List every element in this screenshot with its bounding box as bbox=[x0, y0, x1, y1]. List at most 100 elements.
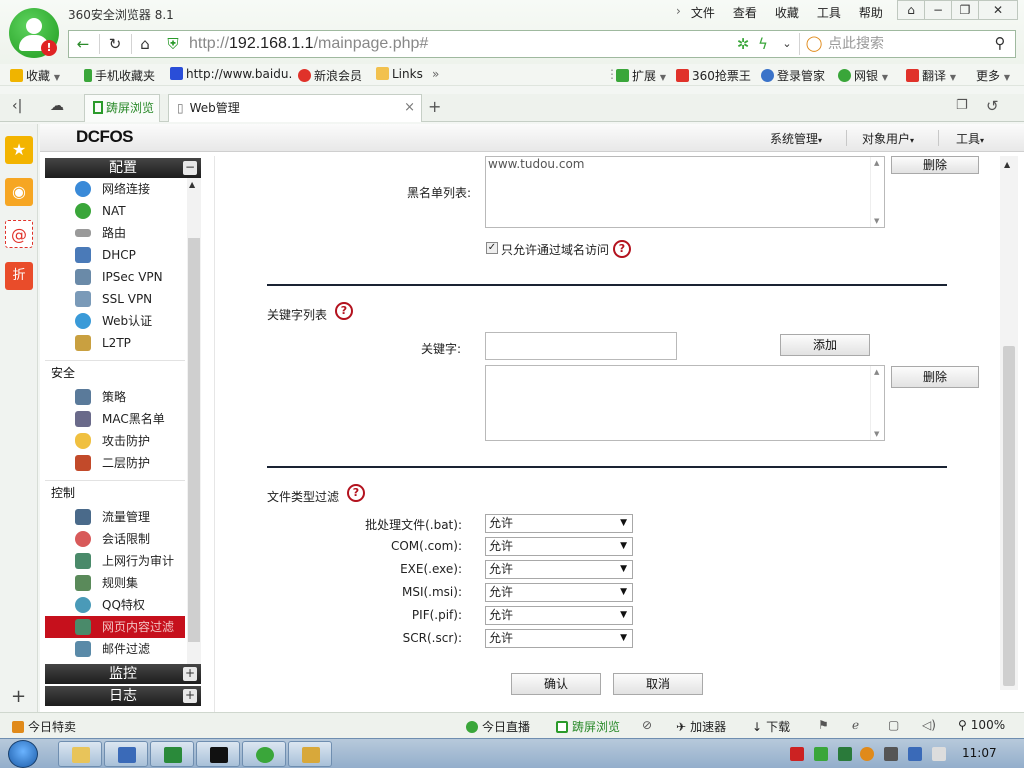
sidebar-item-layer2-defense[interactable]: 二层防护 bbox=[45, 452, 185, 474]
filetype-select-msi[interactable]: 允许 ▼ bbox=[485, 583, 633, 602]
menu-system-management[interactable]: 系统管理▾ bbox=[770, 130, 822, 147]
menu-view[interactable]: 查看 bbox=[733, 4, 757, 21]
expand-icon[interactable]: + bbox=[183, 689, 197, 703]
menu-object-users[interactable]: 对象用户▾ bbox=[862, 130, 914, 147]
status-live[interactable]: 今日直播 bbox=[466, 718, 530, 735]
skin-icon[interactable]: ⌂ bbox=[897, 0, 925, 20]
blacklist-delete-button[interactable]: 删除 bbox=[891, 156, 979, 174]
ie-icon[interactable]: ℯ bbox=[852, 718, 859, 732]
sidebar-item-dhcp[interactable]: DHCP bbox=[45, 244, 185, 266]
expand-icon[interactable]: + bbox=[183, 667, 197, 681]
filetype-select-com[interactable]: 允许 ▼ bbox=[485, 537, 633, 556]
scroll-up-icon[interactable]: ▲ bbox=[874, 368, 879, 376]
taskbar-browser[interactable] bbox=[242, 741, 286, 767]
back-icon[interactable]: ← bbox=[73, 34, 93, 54]
sidebar-item-policy[interactable]: 策略 bbox=[45, 386, 185, 408]
menu-tools[interactable]: 工具 bbox=[817, 4, 841, 21]
taskbar-clock[interactable]: 11:07 bbox=[962, 746, 997, 760]
status-download[interactable]: ↓ 下载 bbox=[752, 718, 790, 735]
sidebar-item-ruleset[interactable]: 规则集 bbox=[45, 572, 185, 594]
sidebar-item-mac-blacklist[interactable]: MAC黑名单 bbox=[45, 408, 185, 430]
taskbar-cmd[interactable] bbox=[196, 741, 240, 767]
url-dropdown-icon[interactable]: ⌄ bbox=[777, 34, 797, 54]
menu-help[interactable]: 帮助 bbox=[859, 4, 883, 21]
tray-chat-icon[interactable] bbox=[860, 747, 874, 761]
sidebar-header-log[interactable]: 日志 + bbox=[45, 686, 201, 706]
content-scrollbar[interactable]: ▲ bbox=[1000, 156, 1018, 690]
help-icon[interactable]: ? bbox=[347, 484, 365, 502]
sidebar-item-qq[interactable]: QQ特权 bbox=[45, 594, 185, 616]
listbox-scrollbar[interactable]: ▲ ▼ bbox=[870, 366, 884, 440]
tray-shield-icon[interactable] bbox=[838, 747, 852, 761]
sidebar-header-config[interactable]: 配置 − bbox=[45, 158, 201, 178]
search-input[interactable] bbox=[828, 34, 978, 54]
sidebar-item-ssl-vpn[interactable]: SSL VPN bbox=[45, 288, 185, 310]
scroll-up-icon[interactable]: ▲ bbox=[874, 159, 879, 167]
sidebar-item-web-auth[interactable]: Web认证 bbox=[45, 310, 185, 332]
shield-icon[interactable]: ⛨ bbox=[163, 34, 183, 54]
keyword-delete-button[interactable]: 删除 bbox=[891, 366, 979, 388]
mail-icon[interactable]: @ bbox=[5, 220, 33, 248]
scroll-down-icon[interactable]: ▼ bbox=[874, 430, 879, 438]
sidebar-item-nat[interactable]: NAT bbox=[45, 200, 185, 222]
bookmark-links[interactable]: Links bbox=[376, 67, 423, 81]
menu-tools[interactable]: 工具▾ bbox=[956, 130, 984, 147]
keyword-input[interactable] bbox=[485, 332, 677, 360]
weibo-icon[interactable]: ◉ bbox=[5, 178, 33, 206]
sidebar-item-route[interactable]: 路由 bbox=[45, 222, 185, 244]
status-zoom[interactable]: ⚲ 100% bbox=[958, 718, 1005, 732]
new-tab-icon[interactable]: + bbox=[428, 97, 441, 116]
tab-web-admin[interactable]: ▯ Web管理 × bbox=[168, 94, 422, 122]
home-icon[interactable]: ⌂ bbox=[135, 34, 155, 54]
domain-only-checkbox[interactable]: ✓ bbox=[486, 242, 498, 254]
sidebar-toggle-icon[interactable]: ‹| bbox=[12, 98, 22, 114]
ext-ticket[interactable]: 360抢票王 bbox=[676, 67, 751, 84]
status-accelerator[interactable]: ✈ 加速器 bbox=[676, 718, 726, 735]
sidebar-item-l2tp[interactable]: L2TP bbox=[45, 332, 185, 354]
scroll-down-icon[interactable]: ▼ bbox=[874, 217, 879, 225]
tray-flag-icon[interactable] bbox=[790, 747, 804, 761]
bookmark-favorites[interactable]: 收藏 ▼ bbox=[10, 67, 60, 84]
status-split-view[interactable]: 踌屏浏览 bbox=[556, 718, 620, 735]
speed-bolt-icon[interactable]: ϟ bbox=[753, 34, 773, 54]
confirm-button[interactable]: 确认 bbox=[511, 673, 601, 695]
sidebar-item-web-filter[interactable]: 网页内容过滤 bbox=[45, 616, 185, 638]
ext-translate[interactable]: 翻译 ▼ bbox=[906, 67, 956, 84]
filetype-select-scr[interactable]: 允许 ▼ bbox=[485, 629, 633, 648]
filetype-select-pif[interactable]: 允许 ▼ bbox=[485, 606, 633, 625]
ext-bank[interactable]: 网银 ▼ bbox=[838, 67, 888, 84]
refresh-icon[interactable]: ↻ bbox=[105, 34, 125, 54]
help-icon[interactable]: ? bbox=[613, 240, 631, 258]
ext-more[interactable]: 更多 ▼ bbox=[976, 67, 1010, 84]
cloud-icon[interactable]: ☁ bbox=[50, 98, 64, 114]
discount-icon[interactable]: 折 bbox=[5, 262, 33, 290]
tab-close-icon[interactable]: × bbox=[404, 95, 415, 121]
scroll-thumb[interactable] bbox=[1003, 346, 1015, 686]
listbox-scrollbar[interactable]: ▲ ▼ bbox=[870, 157, 884, 227]
sidebar-scrollbar[interactable]: ▲ bbox=[187, 178, 201, 670]
flag-icon[interactable]: ⚑ bbox=[818, 718, 829, 732]
search-engine-icon[interactable]: ◯ bbox=[804, 33, 824, 53]
keyword-add-button[interactable]: 添加 bbox=[780, 334, 870, 356]
volume-icon[interactable]: ◁) bbox=[922, 718, 936, 732]
taskbar-excel[interactable] bbox=[150, 741, 194, 767]
window-icon[interactable]: ▢ bbox=[888, 718, 899, 732]
search-icon[interactable]: ⚲ bbox=[990, 33, 1010, 53]
add-sidebar-icon[interactable]: + bbox=[11, 686, 26, 707]
sidebar-item-traffic[interactable]: 流量管理 bbox=[45, 506, 185, 528]
tray-network-icon[interactable] bbox=[884, 747, 898, 761]
start-button-icon[interactable] bbox=[8, 740, 38, 768]
menu-favorites[interactable]: 收藏 bbox=[775, 4, 799, 21]
tray-volume-icon[interactable] bbox=[932, 747, 946, 761]
ext-login-manager[interactable]: 登录管家 bbox=[761, 67, 825, 84]
more-bookmarks-icon[interactable]: » bbox=[432, 67, 439, 81]
status-today-sale[interactable]: 今日特卖 bbox=[12, 718, 76, 735]
filetype-select-exe[interactable]: 允许 ▼ bbox=[485, 560, 633, 579]
close-icon[interactable]: ✕ bbox=[978, 0, 1018, 20]
bookmark-sina[interactable]: 新浪会员 bbox=[298, 67, 362, 84]
blacklist-item[interactable]: www.tudou.com bbox=[488, 157, 882, 171]
menu-chevron-icon[interactable]: › bbox=[676, 4, 681, 21]
tray-display-icon[interactable] bbox=[908, 747, 922, 761]
sidebar-header-monitor[interactable]: 监控 + bbox=[45, 664, 201, 684]
help-icon[interactable]: ? bbox=[335, 302, 353, 320]
